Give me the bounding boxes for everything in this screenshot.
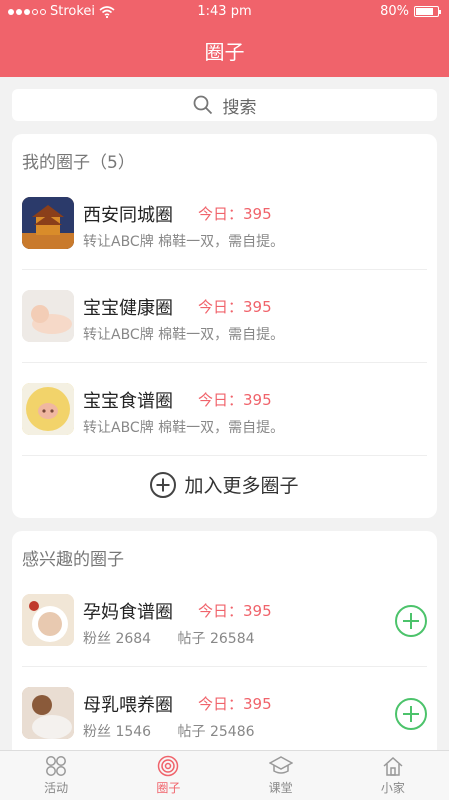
interest-circle-row[interactable]: 孕妈食谱圈 今日：395 粉丝 2684 帖子 26584 (12, 574, 437, 667)
battery: 80% (380, 4, 441, 19)
tab-home[interactable]: 小家 (337, 751, 449, 800)
circle-row[interactable]: 宝宝食谱圈 今日：395 转让ABC牌 棉鞋一双，需自提。 (12, 363, 437, 456)
home-icon (383, 756, 403, 776)
app-header: Strokei 1:43 pm 80% 圈子 (0, 0, 449, 77)
circle-today-count: 今日：395 (198, 695, 272, 713)
circle-name: 母乳喂养圈 (83, 695, 173, 716)
fans-count: 粉丝 1546 (83, 724, 152, 740)
circle-stats: 粉丝 1546 帖子 25486 (83, 721, 255, 741)
circle-thumbnail (22, 290, 74, 342)
circle-name: 宝宝食谱圈 (83, 391, 173, 412)
circle-row[interactable]: 宝宝健康圈 今日：395 转让ABC牌 棉鞋一双，需自提。 (12, 270, 437, 363)
join-circle-button[interactable] (395, 698, 427, 730)
tab-label: 活动 (44, 781, 69, 795)
search-bar[interactable]: 搜索 (12, 89, 437, 121)
divider (22, 455, 427, 456)
circle-stats: 粉丝 2684 帖子 26584 (83, 628, 255, 648)
battery-icon (414, 6, 441, 17)
tab-activity[interactable]: 活动 (0, 751, 112, 800)
page-title: 圈子 (204, 40, 245, 64)
circle-name: 西安同城圈 (83, 205, 173, 226)
circle-today-count: 今日：395 (198, 391, 272, 409)
circle-today-count: 今日：395 (198, 205, 272, 223)
join-more-circles-button[interactable]: 加入更多圈子 (12, 471, 437, 498)
tab-label: 课堂 (268, 781, 293, 795)
posts-count: 帖子 25486 (177, 724, 255, 740)
fans-count: 粉丝 2684 (83, 631, 152, 647)
circle-latest-post: 转让ABC牌 棉鞋一双，需自提。 (83, 327, 285, 343)
circle-thumbnail (22, 687, 74, 739)
target-circle-icon (158, 755, 179, 777)
activity-grid-icon (46, 756, 67, 776)
my-circles-title: 我的圈子（5） (22, 153, 135, 173)
circle-thumbnail (22, 383, 74, 435)
join-circle-button[interactable] (395, 605, 427, 637)
circle-name: 宝宝健康圈 (83, 298, 173, 319)
status-bar: Strokei 1:43 pm 80% (0, 0, 449, 24)
circle-latest-post: 转让ABC牌 棉鞋一双，需自提。 (83, 234, 285, 250)
join-more-label: 加入更多圈子 (184, 475, 299, 497)
circle-today-count: 今日：395 (198, 602, 272, 620)
circle-row[interactable]: 西安同城圈 今日：395 转让ABC牌 棉鞋一双，需自提。 (12, 177, 437, 270)
my-circles-card: 我的圈子（5） 西安同城圈 今日：395 转让ABC牌 棉鞋一双，需自提。 宝宝… (12, 134, 437, 518)
tab-label: 小家 (380, 781, 405, 795)
tab-classroom[interactable]: 课堂 (225, 751, 337, 800)
graduation-cap-icon (268, 756, 293, 774)
interest-circle-row[interactable]: 母乳喂养圈 今日：395 粉丝 1546 帖子 25486 (12, 667, 437, 750)
interest-circles-card: 感兴趣的圈子 孕妈食谱圈 今日：395 粉丝 2684 帖子 26584 母乳喂… (12, 531, 437, 750)
tab-circles[interactable]: 圈子 (112, 751, 224, 800)
circle-latest-post: 转让ABC牌 棉鞋一双，需自提。 (83, 420, 285, 436)
search-label: 搜索 (222, 97, 257, 118)
search-icon (193, 95, 212, 115)
circle-today-count: 今日：395 (198, 298, 272, 316)
plus-circle-icon (150, 471, 177, 498)
circle-thumbnail (22, 197, 74, 249)
tab-label: 圈子 (156, 781, 181, 795)
circle-name: 孕妈食谱圈 (83, 602, 173, 623)
tab-bar: 活动 圈子 课堂 小家 (0, 750, 449, 800)
interest-circles-title: 感兴趣的圈子 (22, 550, 124, 570)
circle-thumbnail (22, 594, 74, 646)
posts-count: 帖子 26584 (177, 631, 255, 647)
battery-percent: 80% (380, 4, 409, 19)
